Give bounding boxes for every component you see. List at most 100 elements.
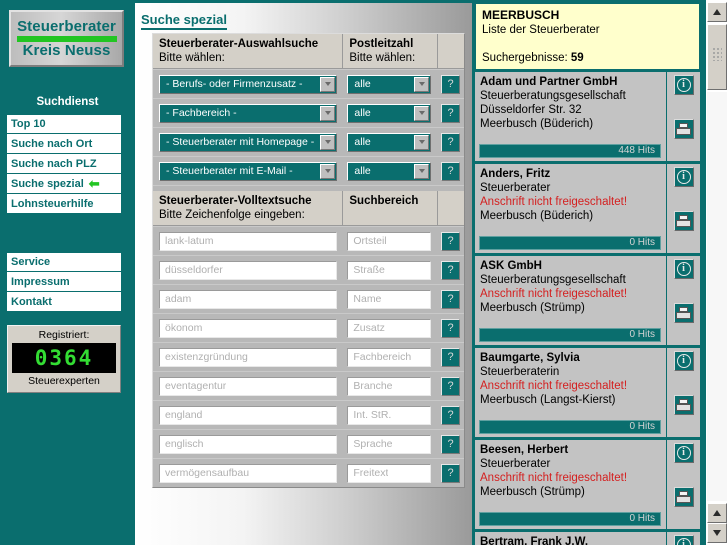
page-scrollbar[interactable] <box>705 0 727 545</box>
help-button[interactable]: ? <box>441 289 461 309</box>
chevron-down-icon[interactable] <box>320 105 335 121</box>
result-card[interactable]: Bertram, Frank J.W. Steuerberater i <box>475 531 700 545</box>
select-fachbereich[interactable]: - Fachbereich - <box>159 103 337 123</box>
results-count: Suchergebnisse: 59 <box>482 51 693 66</box>
fulltext-input-zusatz[interactable]: ökonom <box>159 318 337 338</box>
chevron-down-icon[interactable] <box>320 76 335 92</box>
fulltext-input-sprache[interactable]: englisch <box>159 434 337 454</box>
info-icon[interactable]: i <box>673 167 694 187</box>
help-button[interactable]: ? <box>441 405 461 425</box>
sidebar-item-lohnsteuerhilfe[interactable]: Lohnsteuerhilfe <box>7 194 121 214</box>
top-accent-bar <box>135 0 472 3</box>
result-actions: i <box>666 72 700 161</box>
fulltext-input-strasse[interactable]: düsseldorfer <box>159 260 337 280</box>
logo-line-1: Steuerberater <box>17 17 116 35</box>
select-value: - Fachbereich - <box>166 107 237 119</box>
help-button[interactable]: ? <box>441 161 461 181</box>
chevron-down-icon[interactable] <box>320 134 335 150</box>
scope-field-int-str[interactable]: Int. StR. <box>347 405 432 425</box>
scope-field-sprache[interactable]: Sprache <box>347 434 432 454</box>
sidebar-item-suche-nach-plz[interactable]: Suche nach PLZ <box>7 154 121 174</box>
result-details: Anders, Fritz Steuerberater Anschrift ni… <box>475 164 663 223</box>
info-icon[interactable]: i <box>673 75 694 95</box>
result-actions: i <box>666 256 700 345</box>
select-mit-homepage[interactable]: - Steuerberater mit Homepage - <box>159 132 337 152</box>
scope-field-strasse[interactable]: Straße <box>347 260 432 280</box>
scroll-down-button[interactable] <box>707 523 727 543</box>
print-icon[interactable] <box>673 487 694 507</box>
result-card[interactable]: Anders, Fritz Steuerberater Anschrift ni… <box>475 163 700 254</box>
help-button[interactable]: ? <box>441 74 461 94</box>
print-icon[interactable] <box>673 303 694 323</box>
scope-label: Freitext <box>353 467 389 479</box>
select-plz-3[interactable]: alle <box>347 132 432 152</box>
help-button[interactable]: ? <box>441 260 461 280</box>
result-actions: i <box>666 348 700 437</box>
select-plz-1[interactable]: alle <box>347 74 432 94</box>
info-icon[interactable]: i <box>673 535 694 545</box>
sidebar-item-kontakt[interactable]: Kontakt <box>7 292 121 312</box>
result-role: Steuerberater <box>480 182 551 194</box>
info-icon[interactable]: i <box>673 259 694 279</box>
scroll-up-button[interactable] <box>707 2 727 22</box>
scrollbar-track[interactable] <box>707 92 727 501</box>
sidebar-item-top10[interactable]: Top 10 <box>7 114 121 134</box>
result-card[interactable]: Beesen, Herbert Steuerberater Anschrift … <box>475 439 700 530</box>
fulltext-search-subtitle: Bitte Zeichenfolge eingeben: <box>159 209 305 221</box>
sidebar-item-suche-nach-ort[interactable]: Suche nach Ort <box>7 134 121 154</box>
selection-row: - Steuerberater mit E-Mail - alle ? <box>153 156 464 185</box>
help-button[interactable]: ? <box>441 231 461 251</box>
sidebar-item-label: Service <box>11 256 51 268</box>
sidebar-item-label: Lohnsteuerhilfe <box>11 197 94 210</box>
result-card[interactable]: ASK GmbH Steuerberatungsgesellschaft Ans… <box>475 255 700 346</box>
print-icon[interactable] <box>673 395 694 415</box>
fulltext-input-ortsteil[interactable]: lank-latum <box>159 231 337 251</box>
info-icon[interactable]: i <box>673 443 694 463</box>
print-icon[interactable] <box>673 119 694 139</box>
help-button[interactable]: ? <box>441 434 461 454</box>
result-address-restricted: Anschrift nicht freigeschaltet! <box>480 288 628 300</box>
select-plz-4[interactable]: alle <box>347 161 432 181</box>
scroll-up-button-bottom[interactable] <box>707 503 727 523</box>
info-icon[interactable]: i <box>673 351 694 371</box>
select-berufs-firmenzusatz[interactable]: - Berufs- oder Firmenzusatz - <box>159 74 337 94</box>
fulltext-row: ökonom Zusatz ? <box>153 313 464 342</box>
fulltext-input-fachbereich[interactable]: existenzgründung <box>159 347 337 367</box>
result-card[interactable]: Adam und Partner GmbH Steuerberatungsges… <box>475 71 700 162</box>
chevron-down-icon[interactable] <box>414 76 430 92</box>
fulltext-input-int-str[interactable]: england <box>159 405 337 425</box>
chevron-down-icon[interactable] <box>414 134 430 150</box>
select-plz-2[interactable]: alle <box>347 103 432 123</box>
result-card[interactable]: Baumgarte, Sylvia Steuerberaterin Anschr… <box>475 347 700 438</box>
sidebar-item-service[interactable]: Service <box>7 252 121 272</box>
help-button[interactable]: ? <box>441 318 461 338</box>
scope-field-branche[interactable]: Branche <box>347 376 432 396</box>
help-button[interactable]: ? <box>441 376 461 396</box>
print-icon[interactable] <box>673 211 694 231</box>
result-hits-badge: 448 Hits <box>479 144 661 158</box>
sidebar-item-suche-spezial[interactable]: Suche spezial ⬅ <box>7 174 121 194</box>
scrollbar-thumb[interactable] <box>707 24 727 90</box>
chevron-down-icon[interactable] <box>320 163 335 179</box>
select-mit-email[interactable]: - Steuerberater mit E-Mail - <box>159 161 337 181</box>
fulltext-input-freitext[interactable]: vermögensaufbau <box>159 463 337 483</box>
scope-field-fachbereich[interactable]: Fachbereich <box>347 347 432 367</box>
fulltext-row: düsseldorfer Straße ? <box>153 255 464 284</box>
fulltext-row: eventagentur Branche ? <box>153 371 464 400</box>
fulltext-input-name[interactable]: adam <box>159 289 337 309</box>
scope-field-freitext[interactable]: Freitext <box>347 463 432 483</box>
help-button[interactable]: ? <box>441 347 461 367</box>
sidebar-item-impressum[interactable]: Impressum <box>7 272 121 292</box>
help-button[interactable]: ? <box>441 103 461 123</box>
results-count-value: 59 <box>570 52 584 64</box>
result-hits-badge: 0 Hits <box>479 236 661 250</box>
help-button[interactable]: ? <box>441 132 461 152</box>
scope-field-ortsteil[interactable]: Ortsteil <box>347 231 432 251</box>
scope-field-name[interactable]: Name <box>347 289 432 309</box>
help-button[interactable]: ? <box>441 463 461 483</box>
fulltext-input-branche[interactable]: eventagentur <box>159 376 337 396</box>
site-logo[interactable]: Steuerberater Kreis Neuss <box>9 10 124 67</box>
chevron-down-icon[interactable] <box>414 105 430 121</box>
chevron-down-icon[interactable] <box>414 163 430 179</box>
scope-field-zusatz[interactable]: Zusatz <box>347 318 432 338</box>
